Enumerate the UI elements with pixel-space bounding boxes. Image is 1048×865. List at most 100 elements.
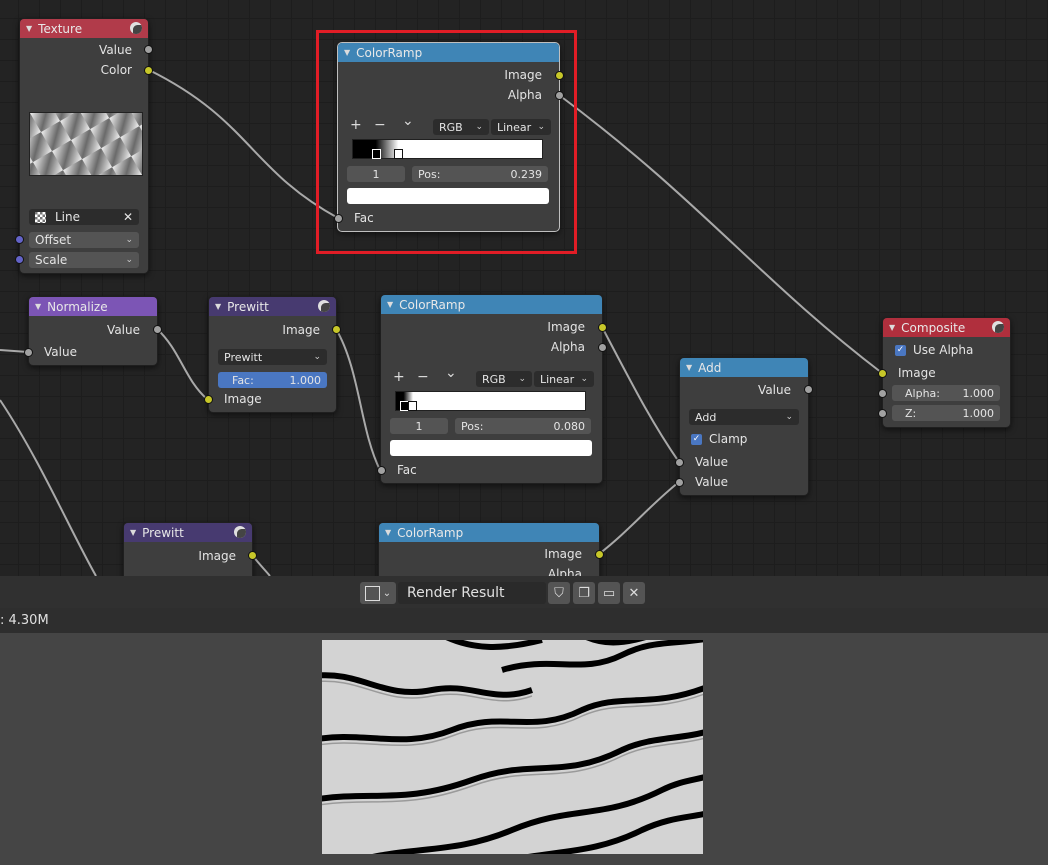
- normalize-header[interactable]: ▼ Normalize: [29, 297, 157, 316]
- image-metadata-bar: [0, 608, 1048, 633]
- link-prewitt-to-colorramp: [335, 328, 381, 471]
- stop-index-value: 1: [415, 419, 423, 433]
- collapse-arrow-icon[interactable]: ▼: [215, 302, 221, 311]
- clear-texture-icon[interactable]: ✕: [123, 210, 133, 224]
- collapse-arrow-icon[interactable]: ▼: [387, 300, 393, 309]
- texture-value-socket[interactable]: [144, 45, 153, 54]
- color-ramp-gradient[interactable]: [395, 391, 586, 411]
- interpolation-select[interactable]: Linear ⌄: [534, 371, 594, 387]
- add-header[interactable]: ▼ Add: [680, 358, 808, 377]
- input-image-label: Image: [224, 392, 262, 406]
- add-in-1-socket[interactable]: [675, 458, 684, 467]
- add-stop-button[interactable]: +: [393, 369, 405, 385]
- node-title: Prewitt: [227, 299, 269, 314]
- render-result-image: [322, 640, 703, 854]
- add-node[interactable]: ▼ Add Value Add ⌄ ✓ Clamp Value Value: [679, 357, 809, 496]
- texture-offset-socket[interactable]: [15, 235, 24, 244]
- close-icon: ✕: [628, 585, 640, 601]
- position-value: 0.080: [553, 419, 586, 433]
- chevron-down-icon: ⌄: [313, 352, 321, 362]
- preview-sphere-icon[interactable]: [992, 321, 1004, 333]
- composite-node[interactable]: ▼ Composite ✓ Use Alpha Image Alpha: 1.00…: [882, 317, 1011, 428]
- prewitt-out-socket[interactable]: [332, 325, 341, 334]
- normalize-in-socket[interactable]: [24, 348, 33, 357]
- stop-color-swatch[interactable]: [390, 440, 592, 456]
- node-title: ColorRamp: [399, 297, 466, 312]
- colorramp-mid-image-socket[interactable]: [598, 323, 607, 332]
- input-value-label: Value: [44, 345, 77, 359]
- scale-field[interactable]: Scale ⌄: [29, 252, 139, 268]
- preview-sphere-icon[interactable]: [318, 300, 330, 312]
- use-alpha-label: Use Alpha: [913, 343, 974, 357]
- composite-z-socket[interactable]: [878, 409, 887, 418]
- fake-user-button[interactable]: ⛉: [548, 582, 570, 604]
- colorramp-header[interactable]: ▼ ColorRamp: [381, 295, 602, 314]
- open-image-button[interactable]: ▭: [598, 582, 620, 604]
- output-color-label: Color: [100, 63, 132, 77]
- prewitt-header[interactable]: ▼ Prewitt: [124, 523, 252, 542]
- offset-field[interactable]: Offset ⌄: [29, 232, 139, 248]
- position-field[interactable]: Pos: 0.080: [455, 418, 591, 434]
- filter-type-select[interactable]: Prewitt ⌄: [218, 349, 327, 365]
- composite-header[interactable]: ▼ Composite: [883, 318, 1010, 337]
- colorramp-header[interactable]: ▼ ColorRamp: [379, 523, 599, 542]
- prewitt-node-2[interactable]: ▼ Prewitt Image: [123, 522, 253, 576]
- colorramp-mid-alpha-socket[interactable]: [598, 343, 607, 352]
- composite-image-socket[interactable]: [878, 369, 887, 378]
- colorramp-node-bottom[interactable]: ▼ ColorRamp Image Alpha: [378, 522, 600, 576]
- image-name-field[interactable]: Render Result: [398, 582, 546, 604]
- operation-select[interactable]: Add ⌄: [689, 409, 799, 425]
- node-editor[interactable]: ▼ Texture Value Color Line ✕ Offset ⌄ Sc…: [0, 0, 1048, 576]
- colorramp-node-mid[interactable]: ▼ ColorRamp Image Alpha + − ⌄ RGB ⌄ Linea…: [380, 294, 603, 484]
- fac-slider[interactable]: Fac: 1.000: [218, 372, 327, 388]
- preview-sphere-icon[interactable]: [130, 22, 142, 34]
- collapse-arrow-icon[interactable]: ▼: [385, 528, 391, 537]
- output-value-label: Value: [758, 383, 791, 397]
- image-browse-button[interactable]: ⌄: [360, 582, 396, 604]
- composite-alpha-socket[interactable]: [878, 389, 887, 398]
- use-alpha-checkbox[interactable]: ✓: [895, 345, 906, 356]
- add-in-2-socket[interactable]: [675, 478, 684, 487]
- colorramp-bottom-image-socket[interactable]: [595, 550, 604, 559]
- colorramp-mid-fac-socket[interactable]: [377, 466, 386, 475]
- collapse-arrow-icon[interactable]: ▼: [889, 323, 895, 332]
- alpha-field[interactable]: Alpha: 1.000: [892, 385, 1000, 401]
- prewitt-2-out-socket[interactable]: [248, 551, 257, 560]
- node-title: ColorRamp: [397, 525, 464, 540]
- ramp-stop-1[interactable]: [408, 401, 417, 411]
- texture-name: Line: [55, 210, 81, 224]
- output-image-label: Image: [282, 323, 320, 337]
- texture-node[interactable]: ▼ Texture Value Color Line ✕ Offset ⌄ Sc…: [19, 18, 149, 274]
- normalize-out-socket[interactable]: [153, 325, 162, 334]
- texture-scale-socket[interactable]: [15, 255, 24, 264]
- texture-node-header[interactable]: ▼ Texture: [20, 19, 148, 38]
- chevron-down-icon: ⌄: [785, 412, 793, 422]
- stop-index-field[interactable]: 1: [390, 418, 448, 434]
- ramp-menu-button[interactable]: ⌄: [445, 365, 457, 381]
- output-image-label: Image: [547, 320, 585, 334]
- link-normalize-to-prewitt: [156, 328, 208, 400]
- unlink-image-button[interactable]: ✕: [623, 582, 645, 604]
- output-image-label: Image: [198, 549, 236, 563]
- remove-stop-button[interactable]: −: [417, 369, 429, 385]
- collapse-arrow-icon[interactable]: ▼: [35, 302, 41, 311]
- chevron-down-icon: ⌄: [125, 255, 133, 265]
- prewitt-node[interactable]: ▼ Prewitt Image Prewitt ⌄ Fac: 1.000 Image: [208, 296, 337, 413]
- texture-color-socket[interactable]: [144, 66, 153, 75]
- preview-sphere-icon[interactable]: [234, 526, 246, 538]
- add-out-socket[interactable]: [804, 385, 813, 394]
- collapse-arrow-icon[interactable]: ▼: [26, 24, 32, 33]
- duplicate-image-button[interactable]: ❐: [573, 582, 595, 604]
- prewitt-in-socket[interactable]: [204, 395, 213, 404]
- z-field[interactable]: Z: 1.000: [892, 405, 1000, 421]
- texture-preview: [29, 112, 143, 176]
- texture-selector[interactable]: Line ✕: [29, 209, 139, 225]
- clamp-checkbox[interactable]: ✓: [691, 434, 702, 445]
- collapse-arrow-icon[interactable]: ▼: [686, 363, 692, 372]
- collapse-arrow-icon[interactable]: ▼: [130, 528, 136, 537]
- normalize-node[interactable]: ▼ Normalize Value Value: [28, 296, 158, 366]
- prewitt-header[interactable]: ▼ Prewitt: [209, 297, 336, 316]
- output-image-label: Image: [544, 547, 582, 561]
- position-label: Pos:: [461, 419, 484, 433]
- color-mode-select[interactable]: RGB ⌄: [476, 371, 532, 387]
